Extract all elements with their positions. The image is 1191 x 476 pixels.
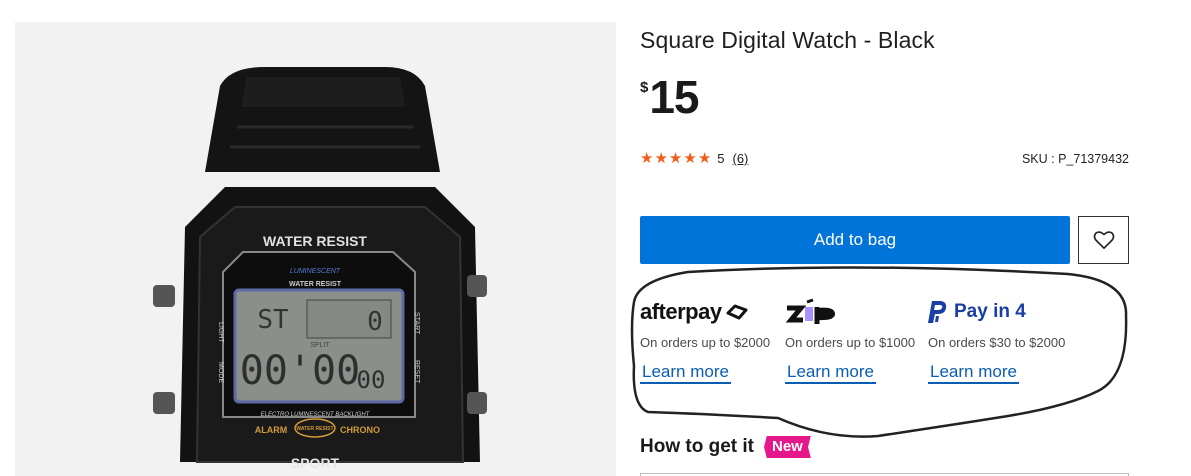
product-info: Square Digital Watch - Black $ 15 ★ ★ ★ …: [640, 0, 1130, 476]
lcd-seconds: 00: [357, 366, 386, 394]
product-sku: SKU : P_71379432: [1021, 152, 1129, 166]
lcd-mode: ST: [257, 305, 289, 335]
zip-logo: zip: [785, 296, 925, 328]
heart-icon: [1093, 231, 1114, 249]
chrono-label: CHRONO: [340, 425, 380, 435]
zip-desc: On orders up to $1000: [785, 335, 916, 350]
bottom-label: SPORT: [291, 455, 340, 471]
payment-options: afterpay On orders up to $2000 Learn mor…: [640, 296, 1120, 416]
paypal-desc: On orders $30 to $2000: [928, 335, 1066, 350]
payment-afterpay: afterpay On orders up to $2000 Learn mor…: [640, 296, 780, 384]
luminescent-label: LUMINESCENT: [290, 268, 341, 275]
side-light: LIGHT: [217, 322, 224, 343]
afterpay-logo: afterpay: [640, 296, 780, 328]
side-reset: RESET: [413, 360, 420, 384]
star-icon: ★: [640, 150, 654, 167]
backlight-label: ELECTRO LUMINESCENT BACKLIGHT: [261, 412, 371, 418]
rating-value: 5: [717, 151, 725, 166]
water-resist-small: WATER RESIST: [289, 281, 342, 288]
afterpay-desc: On orders up to $2000: [640, 335, 771, 350]
zip-logo-icon: [785, 298, 835, 324]
price-amount: 15: [649, 71, 699, 123]
lcd-main: 00'00: [240, 348, 360, 394]
afterpay-arrows-icon: [726, 304, 748, 320]
zip-learn-more-link[interactable]: Learn more: [785, 362, 876, 384]
star-icon: ★: [668, 150, 683, 167]
side-mode: MODE: [217, 362, 224, 383]
new-badge: New: [763, 436, 811, 458]
badge-wr-label: WATER RESIST: [296, 426, 333, 432]
review-count-link[interactable]: (6): [733, 151, 749, 166]
watch-image: WATER RESIST LUMINESCENT WATER RESIST ST…: [153, 67, 487, 471]
paypal-learn-more-link[interactable]: Learn more: [928, 362, 1019, 384]
product-image[interactable]: WATER RESIST LUMINESCENT WATER RESIST ST…: [15, 22, 616, 476]
alarm-label: ALARM: [255, 425, 288, 435]
star-icon: ★: [683, 150, 697, 167]
rating-stars: ★ ★ ★ ★ ★: [640, 151, 711, 166]
afterpay-logo-text: afterpay: [640, 299, 722, 324]
wishlist-button[interactable]: [1078, 216, 1129, 264]
add-to-bag-button[interactable]: Add to bag: [640, 216, 1070, 264]
paypal-logo: Pay in 4: [928, 296, 1068, 328]
delivery-heading: How to get it: [640, 436, 754, 457]
star-icon: ★: [654, 150, 668, 167]
product-title: Square Digital Watch - Black: [640, 27, 935, 53]
star-icon: ★: [697, 150, 712, 167]
product-rating: ★ ★ ★ ★ ★ 5 (6): [640, 151, 748, 166]
payment-paypal: Pay in 4 On orders $30 to $2000 Learn mo…: [928, 296, 1068, 384]
delivery-section-header: How to get it New: [640, 436, 811, 458]
lcd-small: 0: [367, 307, 383, 337]
side-start: START: [413, 312, 420, 335]
afterpay-learn-more-link[interactable]: Learn more: [640, 362, 731, 384]
product-price: $ 15: [640, 71, 700, 123]
paypal-logo-text: Pay in 4: [954, 301, 1026, 322]
watch-label-top: WATER RESIST: [263, 233, 367, 249]
payment-zip: zip On orders up to $1000 Learn more: [785, 296, 925, 384]
paypal-icon: [928, 301, 947, 323]
currency-symbol: $: [640, 79, 649, 96]
